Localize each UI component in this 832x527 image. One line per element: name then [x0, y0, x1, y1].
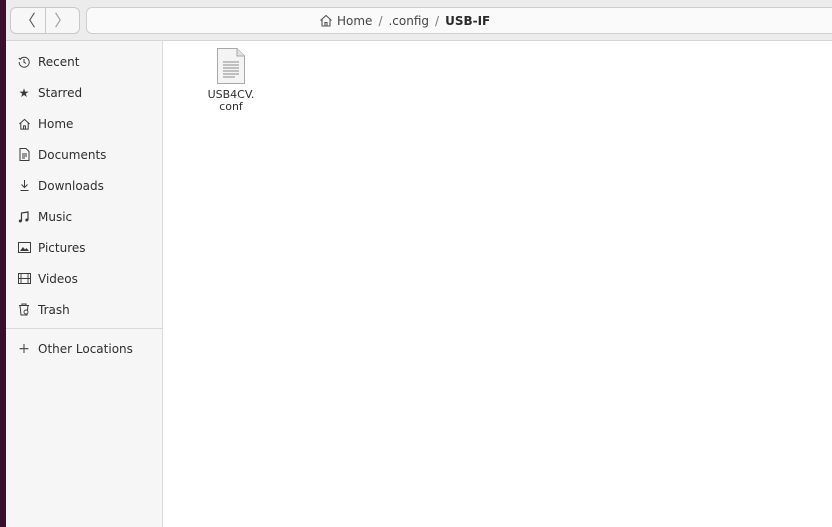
sidebar-item-label: Starred [38, 85, 83, 100]
path-bar: Home / .config / USB-IF [86, 7, 832, 34]
video-icon [17, 272, 31, 286]
sidebar: Recent ★ Starred Home Documents Download… [6, 41, 163, 527]
sidebar-item-label: Other Locations [38, 341, 133, 356]
breadcrumb-separator: / [435, 13, 440, 28]
sidebar-item-label: Documents [38, 147, 107, 162]
file-item[interactable]: USB4CV. conf [191, 47, 271, 113]
home-icon [17, 117, 31, 131]
home-icon [320, 14, 332, 27]
sidebar-item-recent[interactable]: Recent [6, 46, 162, 77]
sidebar-item-label: Trash [38, 302, 70, 317]
sidebar-item-documents[interactable]: Documents [6, 139, 162, 170]
navigation-buttons: 〈 〉 [10, 7, 80, 34]
file-name-line: conf [219, 100, 243, 113]
sidebar-item-label: Downloads [38, 178, 104, 193]
file-name: USB4CV. conf [191, 89, 271, 113]
header-bar: 〈 〉 Home / .config / USB-IF [6, 0, 832, 41]
sidebar-item-other-locations[interactable]: + Other Locations [6, 333, 162, 364]
sidebar-item-videos[interactable]: Videos [6, 263, 162, 294]
sidebar-divider [6, 328, 162, 329]
document-icon [17, 148, 31, 162]
music-icon [17, 210, 31, 224]
sidebar-item-downloads[interactable]: Downloads [6, 170, 162, 201]
file-view: USB4CV. conf [163, 41, 832, 527]
sidebar-item-home[interactable]: Home [6, 108, 162, 139]
sidebar-item-label: Music [38, 209, 73, 224]
breadcrumb-home-label: Home [337, 13, 373, 28]
breadcrumb: Home / .config / USB-IF [319, 8, 490, 33]
sidebar-item-label: Home [38, 116, 74, 131]
file-manager-window: 〈 〉 Home / .config / USB-IF Recent ★ Sta… [6, 0, 832, 527]
sidebar-item-label: Pictures [38, 240, 86, 255]
download-icon [17, 179, 31, 193]
breadcrumb-home[interactable]: Home [319, 14, 372, 28]
breadcrumb-separator: / [378, 13, 383, 28]
forward-button[interactable]: 〉 [46, 8, 80, 33]
picture-icon [17, 241, 31, 255]
clock-icon [17, 55, 31, 69]
breadcrumb-config[interactable]: .config [388, 14, 429, 28]
sidebar-item-pictures[interactable]: Pictures [6, 232, 162, 263]
sidebar-item-label: Videos [38, 271, 78, 286]
back-button[interactable]: 〈 [11, 8, 46, 33]
plus-icon: + [18, 340, 30, 357]
sidebar-item-trash[interactable]: Trash [6, 294, 162, 325]
trash-icon [17, 303, 31, 317]
sidebar-item-starred[interactable]: ★ Starred [6, 77, 162, 108]
sidebar-item-music[interactable]: Music [6, 201, 162, 232]
star-icon: ★ [18, 85, 30, 100]
text-file-icon [217, 48, 245, 84]
sidebar-item-label: Recent [38, 54, 80, 69]
breadcrumb-current[interactable]: USB-IF [445, 14, 490, 28]
